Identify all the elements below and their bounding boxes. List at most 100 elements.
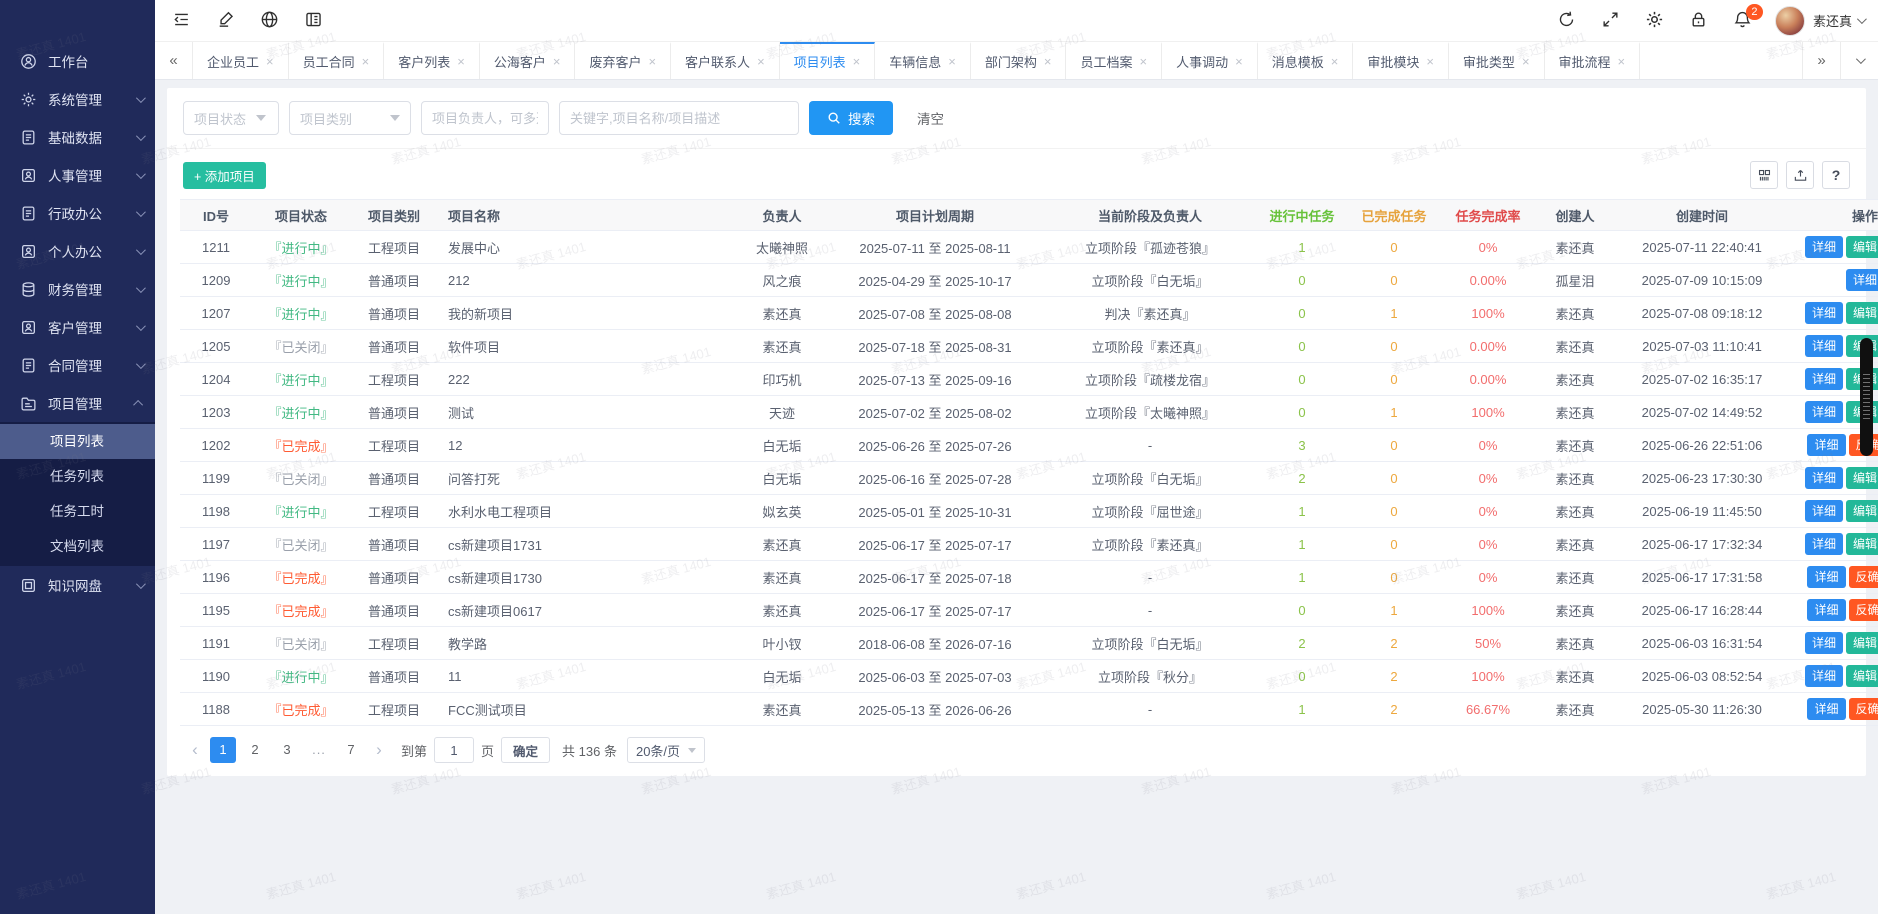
close-icon[interactable]: × (266, 55, 274, 68)
sidebar-item-contract-management[interactable]: 合同管理 (0, 346, 155, 384)
search-button[interactable]: 搜索 (809, 101, 893, 135)
page-scrollbar-thumb[interactable] (1860, 338, 1873, 456)
edit-button[interactable]: 编辑 (1846, 632, 1878, 654)
tab-message-template[interactable]: 消息模板× (1258, 42, 1354, 79)
close-icon[interactable]: × (362, 55, 370, 68)
tab-customer-list[interactable]: 客户列表× (384, 42, 480, 79)
detail-button[interactable]: 详细 (1805, 665, 1843, 687)
tabs-menu-button[interactable] (1840, 42, 1878, 79)
tab-department-structure[interactable]: 部门架构× (971, 42, 1067, 79)
format-brush-button[interactable] (203, 0, 247, 42)
sidebar-item-system-management[interactable]: 系统管理 (0, 80, 155, 118)
edit-button[interactable]: 编辑 (1846, 665, 1878, 687)
fullscreen-button[interactable] (1589, 0, 1633, 42)
detail-button[interactable]: 详细 (1805, 632, 1843, 654)
add-project-button[interactable]: + 添加项目 (183, 162, 266, 189)
detail-button[interactable]: 详细 (1805, 500, 1843, 522)
lock-button[interactable] (1677, 0, 1721, 42)
tab-approval-module[interactable]: 审批模块× (1353, 42, 1449, 79)
refresh-button[interactable] (1545, 0, 1589, 42)
close-icon[interactable]: × (1044, 55, 1052, 68)
close-icon[interactable]: × (1618, 55, 1626, 68)
sidebar-item-customer-management[interactable]: 客户管理 (0, 308, 155, 346)
detail-button[interactable]: 详细 (1805, 467, 1843, 489)
close-icon[interactable]: × (1426, 55, 1434, 68)
tab-staff-archive[interactable]: 员工档案× (1066, 42, 1162, 79)
user-menu[interactable]: 素还真 (1813, 11, 1864, 30)
confirm-page-button[interactable]: 确定 (501, 737, 550, 763)
page-button-3[interactable]: 3 (274, 737, 300, 763)
clear-button[interactable]: 清空 (917, 108, 944, 128)
column-settings-button[interactable] (1750, 161, 1778, 189)
page-jump-input[interactable] (434, 737, 474, 763)
tab-enterprise-staff[interactable]: 企业员工× (193, 42, 289, 79)
close-icon[interactable]: × (1522, 55, 1530, 68)
bell-button[interactable]: 2 (1721, 0, 1765, 42)
sidebar-subitem-task-hours[interactable]: 任务工时 (0, 494, 155, 529)
export-button[interactable] (1786, 161, 1814, 189)
sidebar-item-knowledge-disk[interactable]: 知识网盘 (0, 566, 155, 604)
sidebar-item-hr-management[interactable]: 人事管理 (0, 156, 155, 194)
detail-button[interactable]: 详细 (1846, 269, 1878, 291)
tabs-scroll-right-button[interactable]: » (1802, 42, 1840, 79)
layout-card-button[interactable] (291, 0, 335, 42)
tab-public-sea-customer[interactable]: 公海客户× (480, 42, 576, 79)
page-button-1[interactable]: 1 (210, 737, 236, 763)
sidebar-item-admin-office[interactable]: 行政办公 (0, 194, 155, 232)
sidebar-subitem-project-list[interactable]: 项目列表 (0, 424, 155, 459)
detail-button[interactable]: 详细 (1805, 533, 1843, 555)
edit-button[interactable]: 编辑 (1846, 302, 1878, 324)
detail-button[interactable]: 详细 (1805, 236, 1843, 258)
page-ellipsis[interactable]: ... (306, 737, 332, 763)
close-icon[interactable]: × (553, 55, 561, 68)
sidebar-subitem-task-list[interactable]: 任务列表 (0, 459, 155, 494)
edit-button[interactable]: 编辑 (1846, 533, 1878, 555)
edit-button[interactable]: 编辑 (1846, 500, 1878, 522)
sidebar-item-personal-office[interactable]: 个人办公 (0, 232, 155, 270)
close-icon[interactable]: × (457, 55, 465, 68)
detail-button[interactable]: 详细 (1807, 698, 1845, 720)
sidebar-item-basic-data[interactable]: 基础数据 (0, 118, 155, 156)
unconfirm-button[interactable]: 反确认完成 (1849, 599, 1878, 621)
detail-button[interactable]: 详细 (1805, 335, 1843, 357)
unconfirm-button[interactable]: 反确认完成 (1849, 698, 1878, 720)
page-button-2[interactable]: 2 (242, 737, 268, 763)
tab-discard-customer[interactable]: 废弃客户× (575, 42, 671, 79)
tab-hr-transfer[interactable]: 人事调动× (1162, 42, 1258, 79)
globe-button[interactable] (247, 0, 291, 42)
project-category-select[interactable]: 项目类别 (289, 101, 411, 135)
tabs-scroll-left-button[interactable]: « (155, 42, 193, 79)
sidebar-subitem-document-list[interactable]: 文档列表 (0, 529, 155, 564)
sidebar-item-workbench[interactable]: 工作台 (0, 42, 155, 80)
close-icon[interactable]: × (948, 55, 956, 68)
unconfirm-button[interactable]: 反确认完成 (1849, 566, 1878, 588)
tab-project-list[interactable]: 项目列表× (780, 42, 876, 79)
detail-button[interactable]: 详细 (1805, 401, 1843, 423)
detail-button[interactable]: 详细 (1807, 599, 1845, 621)
close-icon[interactable]: × (648, 55, 656, 68)
detail-button[interactable]: 详细 (1807, 434, 1845, 456)
prev-page-button[interactable]: ‹ (183, 737, 207, 763)
close-icon[interactable]: × (1140, 55, 1148, 68)
tab-approval-flow[interactable]: 审批流程× (1545, 42, 1641, 79)
sidebar-item-project-management[interactable]: 项目管理 (0, 384, 155, 422)
tab-approval-type[interactable]: 审批类型× (1449, 42, 1545, 79)
edit-button[interactable]: 编辑 (1846, 467, 1878, 489)
menu-fold-button[interactable] (159, 0, 203, 42)
close-icon[interactable]: × (1235, 55, 1243, 68)
tab-vehicle-info[interactable]: 车辆信息× (875, 42, 971, 79)
next-page-button[interactable]: › (367, 737, 391, 763)
page-button-7[interactable]: 7 (338, 737, 364, 763)
gear-button[interactable] (1633, 0, 1677, 42)
detail-button[interactable]: 详细 (1805, 368, 1843, 390)
detail-button[interactable]: 详细 (1805, 302, 1843, 324)
close-icon[interactable]: × (1331, 55, 1339, 68)
close-icon[interactable]: × (757, 55, 765, 68)
close-icon[interactable]: × (853, 55, 861, 68)
tab-customer-contacts[interactable]: 客户联系人× (671, 42, 780, 79)
help-button[interactable]: ? (1822, 161, 1850, 189)
tab-staff-contract[interactable]: 员工合同× (289, 42, 385, 79)
edit-button[interactable]: 编辑 (1846, 236, 1878, 258)
project-status-select[interactable]: 项目状态 (183, 101, 279, 135)
page-size-select[interactable]: 20条/页 (627, 737, 705, 763)
